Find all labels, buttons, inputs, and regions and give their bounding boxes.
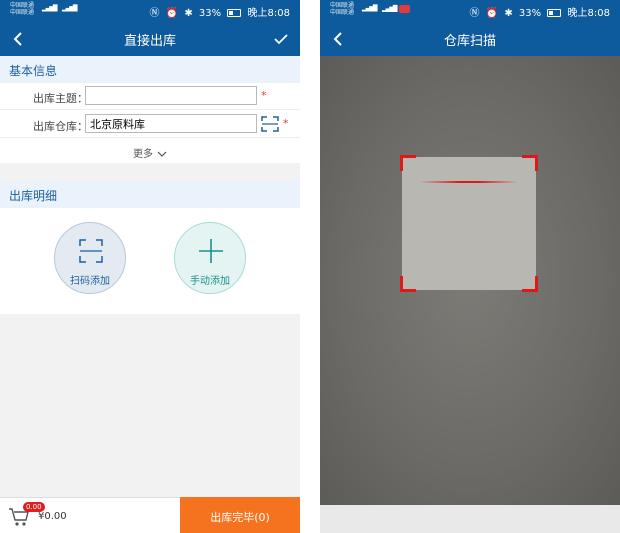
- manual-add-button[interactable]: 手动添加: [174, 222, 246, 294]
- required-mark: *: [261, 89, 267, 102]
- bluetooth-icon: ✱: [184, 8, 193, 19]
- frame-corner: [400, 155, 416, 171]
- battery-percent: 33%: [518, 8, 542, 19]
- subject-input[interactable]: [85, 86, 257, 105]
- frame-corner: [522, 155, 538, 171]
- status-indicators: Ⓝ ⏰ ✱ 33% 晚上8:08: [147, 4, 290, 19]
- signal-icon: ▂▄▆█: [42, 5, 58, 12]
- warehouse-scan-screen: 中国联通 中国联通 ▂▄▆█ ▂▄▆█ Ⓝ ⏰ ✱ 33% 晚上8:08 仓库扫…: [320, 0, 620, 533]
- signal-icon: ▂▄▆█: [62, 5, 78, 12]
- carrier-1: 中国联通: [10, 2, 35, 9]
- nfc-icon: Ⓝ: [469, 8, 480, 19]
- signal-icon: ▂▄▆█: [382, 5, 411, 13]
- scan-icon: [79, 239, 103, 263]
- clock: 晚上8:08: [247, 8, 290, 19]
- app-header: 中国联通 中国联通 ▂▄▆█ ▂▄▆█ Ⓝ ⏰ ✱ 33% 晚上8:08 仓库扫…: [320, 0, 620, 56]
- basic-info-heading: 基本信息: [0, 56, 300, 83]
- chevron-down-icon: [157, 151, 167, 157]
- carrier-2: 中国联通: [330, 9, 355, 16]
- basic-info-form: 出库主题： * 出库仓库： * 更多: [0, 83, 300, 163]
- status-bar: 中国联通 中国联通 ▂▄▆█ ▂▄▆█ Ⓝ ⏰ ✱ 33% 晚上8:08: [0, 0, 300, 20]
- bottom-bar: 0.00 ¥0.00 出库完毕(0): [0, 497, 300, 533]
- details-body: 扫码添加 手动添加: [0, 208, 300, 314]
- signal-icon: ▂▄▆█: [362, 5, 378, 12]
- subject-label: 出库主题：: [33, 92, 88, 105]
- frame-corner: [400, 276, 416, 292]
- finish-outbound-button[interactable]: 出库完毕(0): [180, 497, 300, 533]
- scan-add-button[interactable]: 扫码添加: [54, 222, 126, 294]
- nfc-icon: Ⓝ: [149, 8, 160, 19]
- total-amount: ¥0.00: [38, 511, 67, 522]
- screen-record-icon: [399, 5, 411, 13]
- scan-icon[interactable]: [260, 114, 280, 134]
- navbar: 直接出库: [0, 22, 300, 56]
- clock: 晚上8:08: [567, 8, 610, 19]
- confirm-check-icon[interactable]: [272, 30, 290, 48]
- battery-icon: [547, 9, 562, 17]
- app-header: 中国联通 中国联通 ▂▄▆█ ▂▄▆█ Ⓝ ⏰ ✱ 33% 晚上8:08 直接出…: [0, 0, 300, 56]
- more-toggle[interactable]: 更多: [0, 139, 300, 163]
- bottom-strip: [320, 505, 620, 533]
- alarm-icon: ⏰: [485, 8, 499, 19]
- scan-add-label: 扫码添加: [70, 276, 110, 287]
- page-title: 直接出库: [123, 34, 176, 49]
- outbound-screen: 中国联通 中国联通 ▂▄▆█ ▂▄▆█ Ⓝ ⏰ ✱ 33% 晚上8:08 直接出…: [0, 0, 300, 533]
- carrier-1: 中国联通: [330, 2, 355, 9]
- frame-corner: [522, 276, 538, 292]
- battery-percent: 33%: [198, 8, 222, 19]
- scan-frame: [400, 155, 538, 292]
- alarm-icon: ⏰: [165, 8, 179, 19]
- plus-icon: [199, 239, 223, 263]
- carrier-info: 中国联通 中国联通: [330, 2, 354, 16]
- warehouse-input[interactable]: [85, 114, 257, 133]
- carrier-2: 中国联通: [10, 9, 35, 16]
- manual-add-label: 手动添加: [190, 276, 230, 287]
- warehouse-label: 出库仓库：: [33, 120, 88, 133]
- warehouse-row: 出库仓库： *: [0, 111, 300, 138]
- status-indicators: Ⓝ ⏰ ✱ 33% 晚上8:08: [467, 4, 610, 19]
- subject-row: 出库主题： *: [0, 83, 300, 110]
- battery-icon: [227, 9, 242, 17]
- required-mark: *: [283, 117, 289, 130]
- navbar: 仓库扫描: [320, 22, 620, 56]
- scan-line: [420, 181, 518, 183]
- page-title: 仓库扫描: [443, 34, 496, 49]
- carrier-info: 中国联通 中国联通: [10, 2, 34, 16]
- more-label: 更多: [133, 149, 153, 160]
- bluetooth-icon: ✱: [504, 8, 513, 19]
- status-bar: 中国联通 中国联通 ▂▄▆█ ▂▄▆█ Ⓝ ⏰ ✱ 33% 晚上8:08: [320, 0, 620, 20]
- details-heading: 出库明细: [0, 181, 300, 208]
